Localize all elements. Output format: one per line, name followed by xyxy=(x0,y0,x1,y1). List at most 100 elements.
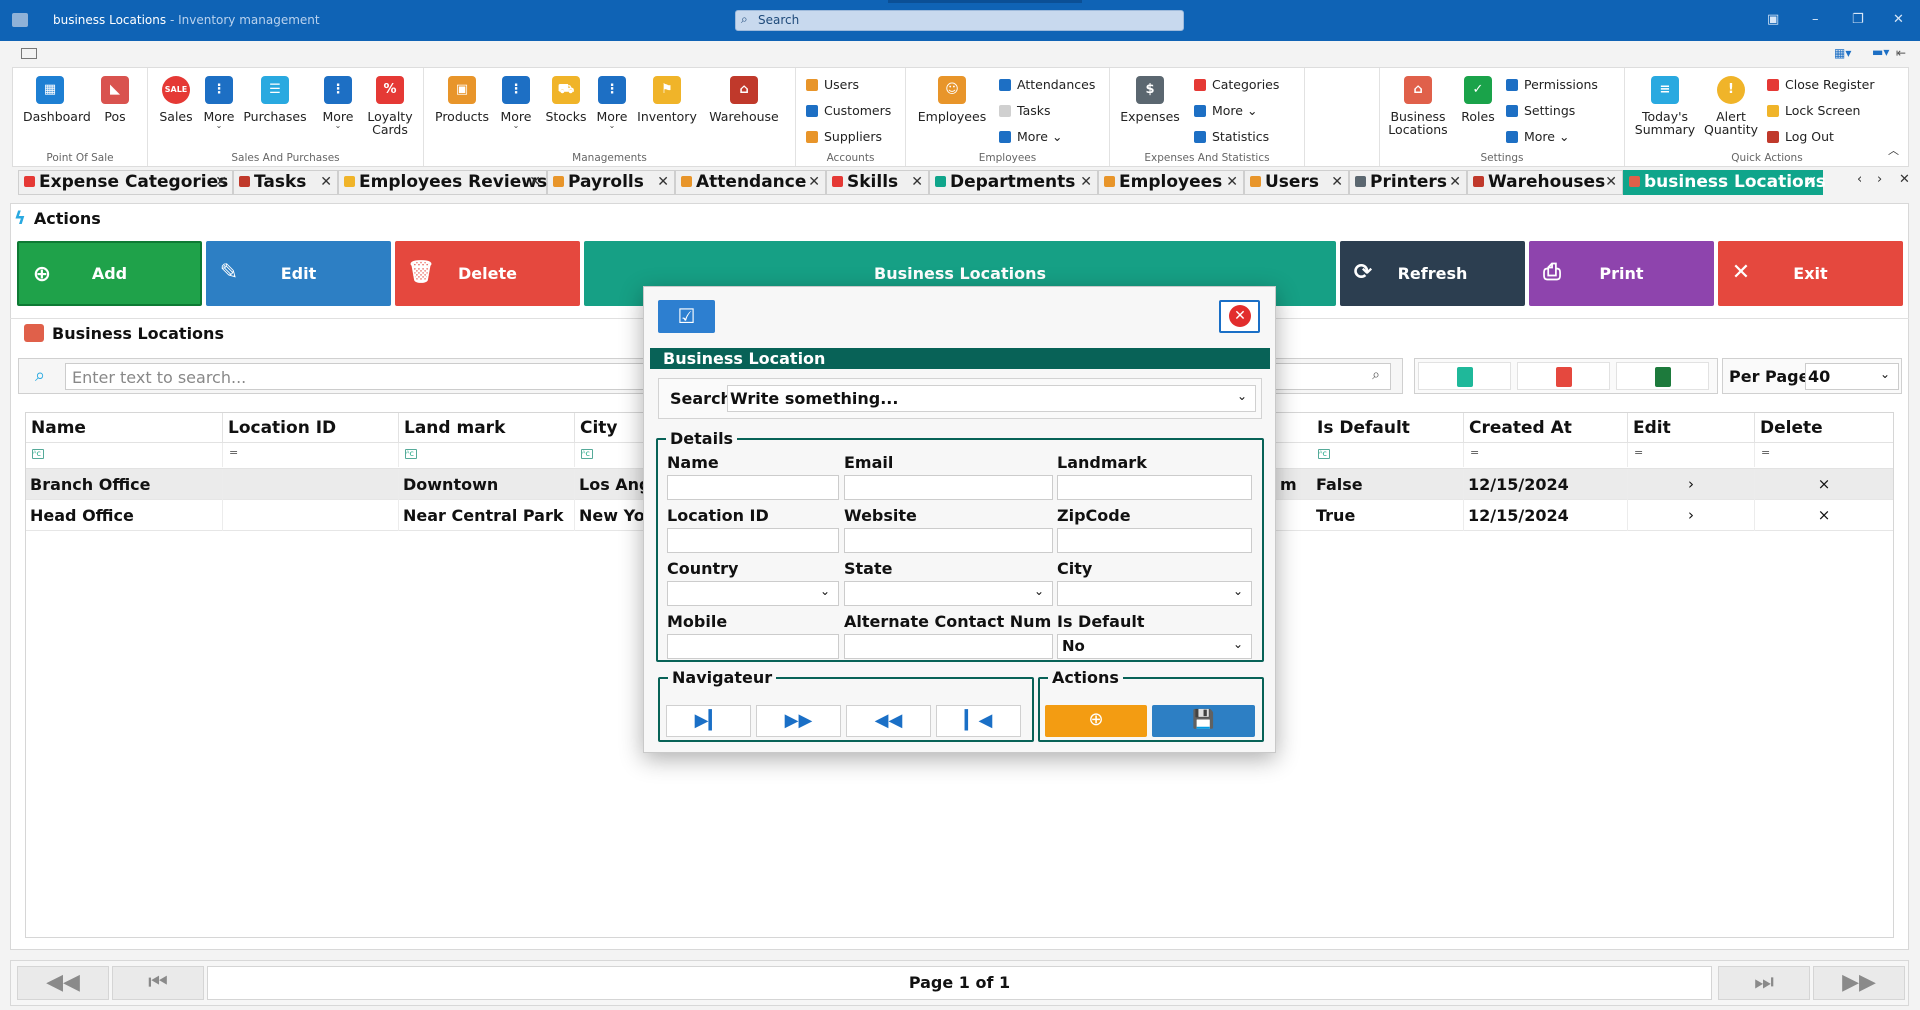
tab-expense-categories[interactable]: Expense Categories ✕ xyxy=(18,170,233,195)
ribbon-close-register[interactable]: Close Register xyxy=(1767,77,1875,92)
delete-row-icon[interactable]: × xyxy=(1755,469,1893,500)
is-default-select[interactable]: No ⌄ xyxy=(1057,634,1252,659)
ribbon-lock-screen[interactable]: Lock Screen xyxy=(1767,103,1860,118)
col-landmark[interactable]: Land mark xyxy=(399,413,575,442)
delete-row-icon[interactable]: × xyxy=(1755,500,1893,531)
filter-landmark[interactable]: ᴬc xyxy=(399,443,575,467)
apps-icon[interactable]: ▦▾ xyxy=(1834,46,1851,60)
edit-row-icon[interactable]: › xyxy=(1628,469,1755,500)
tab-employees[interactable]: Employees ✕ xyxy=(1098,170,1244,195)
quick-access-icon[interactable] xyxy=(21,48,37,59)
close-window-button[interactable]: ✕ xyxy=(1893,12,1904,27)
minimize-button[interactable]: – xyxy=(1812,12,1819,27)
ribbon-customers[interactable]: Customers xyxy=(806,103,891,118)
ribbon-products[interactable]: ▣ Products xyxy=(432,76,492,123)
tabs-close-all-icon[interactable]: ✕ xyxy=(1899,172,1910,187)
last-page-button[interactable]: ▶▶ xyxy=(1813,966,1905,1000)
delete-button[interactable]: 🗑 Delete xyxy=(395,241,580,306)
refresh-button[interactable]: ⟳ Refresh xyxy=(1340,241,1525,306)
col-delete[interactable]: Delete xyxy=(1755,413,1893,442)
tab-close-icon[interactable]: ✕ xyxy=(808,171,820,193)
ribbon-tasks[interactable]: Tasks xyxy=(999,103,1051,118)
save-record-button[interactable]: 💾 xyxy=(1152,705,1255,737)
ribbon-business-locations[interactable]: ⌂ Business Locations xyxy=(1386,76,1450,136)
col-location-id[interactable]: Location ID xyxy=(223,413,399,442)
col-edit[interactable]: Edit xyxy=(1628,413,1755,442)
layout-icon[interactable]: ▣ xyxy=(1767,12,1779,27)
dialog-search-select[interactable]: Write something... ⌄ xyxy=(727,385,1256,412)
global-search[interactable]: ⌕ Search xyxy=(735,10,1184,31)
tab-payrolls[interactable]: Payrolls ✕ xyxy=(547,170,675,195)
ribbon-loyalty-cards[interactable]: % Loyalty Cards xyxy=(364,76,416,136)
ribbon-purchases[interactable]: ☰ Purchases xyxy=(240,76,310,123)
ribbon-more-products[interactable]: ⋮ More ⌄ xyxy=(498,76,534,130)
tab-printers[interactable]: Printers ✕ xyxy=(1349,170,1467,195)
tab-scroll-right-icon[interactable]: › xyxy=(1877,172,1882,187)
tab-close-icon[interactable]: ✕ xyxy=(1449,171,1461,193)
ribbon-employees[interactable]: ☺ Employees xyxy=(912,76,992,123)
ribbon-alert-quantity[interactable]: ! Alert Quantity xyxy=(1703,76,1759,136)
name-field[interactable] xyxy=(667,475,839,500)
pin-icon[interactable]: ⇤ xyxy=(1896,46,1906,60)
tab-departments[interactable]: Departments ✕ xyxy=(929,170,1098,195)
edit-row-icon[interactable]: › xyxy=(1628,500,1755,531)
confirm-button[interactable]: ☑ xyxy=(658,300,715,333)
tab-close-icon[interactable]: ✕ xyxy=(911,171,923,193)
add-button[interactable]: ⊕ Add xyxy=(17,241,202,306)
ribbon-roles[interactable]: ✓ Roles xyxy=(1458,76,1498,123)
ribbon-more-sales[interactable]: ⋮ More ⌄ xyxy=(201,76,237,130)
filter-delete[interactable]: = xyxy=(1755,443,1893,467)
filter-created-at[interactable]: = xyxy=(1464,443,1628,467)
edit-button[interactable]: ✎ Edit xyxy=(206,241,391,306)
filter-is-default[interactable]: ᴬc xyxy=(1312,443,1464,467)
print-button[interactable]: ⎙ Print xyxy=(1529,241,1714,306)
zipcode-field[interactable] xyxy=(1057,528,1252,553)
prev-page-button[interactable]: ⏮ xyxy=(112,966,204,1000)
ribbon-dashboard[interactable]: ▦ Dashboard xyxy=(23,76,91,123)
export-excel-button[interactable] xyxy=(1616,362,1709,390)
export-pdf-button[interactable] xyxy=(1517,362,1610,390)
ribbon-categories[interactable]: Categories xyxy=(1194,77,1279,92)
collapse-ribbon-icon[interactable]: ︿ xyxy=(1888,142,1899,158)
ribbon-suppliers[interactable]: Suppliers xyxy=(806,129,882,144)
tab-tasks[interactable]: Tasks ✕ xyxy=(233,170,338,195)
tab-skills[interactable]: Skills ✕ xyxy=(826,170,929,195)
nav-first-button[interactable]: ▎◀ xyxy=(936,705,1021,737)
first-page-button[interactable]: ◀◀ xyxy=(17,966,109,1000)
tab-close-icon[interactable]: ✕ xyxy=(215,171,227,193)
ribbon-users[interactable]: Users xyxy=(806,77,859,92)
tab-attendance[interactable]: Attendance ✕ xyxy=(675,170,826,195)
ribbon-log-out[interactable]: Log Out xyxy=(1767,129,1834,144)
country-select[interactable]: ⌄ xyxy=(667,581,839,606)
ribbon-permissions[interactable]: Permissions xyxy=(1506,77,1598,92)
mobile-field[interactable] xyxy=(667,634,839,659)
tab-close-icon[interactable]: ✕ xyxy=(320,171,332,193)
ribbon-pos[interactable]: ◣ Pos xyxy=(97,76,133,123)
col-is-default[interactable]: Is Default xyxy=(1312,413,1464,442)
filter-location-id[interactable]: = xyxy=(223,443,399,467)
ribbon-more-employees[interactable]: More ⌄ xyxy=(999,129,1062,144)
filter-name[interactable]: ᴬc xyxy=(26,443,223,467)
ribbon-more-stocks[interactable]: ⋮ More ⌄ xyxy=(594,76,630,130)
nav-next-button[interactable]: ▶▶ xyxy=(756,705,841,737)
city-select[interactable]: ⌄ xyxy=(1057,581,1252,606)
search-submit-icon[interactable]: ⌕ xyxy=(1372,367,1380,383)
ribbon-stocks[interactable]: ⛟ Stocks xyxy=(542,76,590,123)
tab-close-icon[interactable]: ✕ xyxy=(1605,171,1617,193)
tab-scroll-left-icon[interactable]: ‹ xyxy=(1857,172,1862,187)
tab-close-icon[interactable]: ✕ xyxy=(1331,171,1343,193)
ribbon-statistics[interactable]: Statistics xyxy=(1194,129,1269,144)
export-csv-button[interactable] xyxy=(1418,362,1511,390)
theme-icon[interactable]: ▬▾ xyxy=(1872,45,1889,59)
tab-close-icon[interactable]: ✕ xyxy=(657,171,669,193)
nav-last-button[interactable]: ▶▎ xyxy=(666,705,751,737)
nav-prev-button[interactable]: ◀◀ xyxy=(846,705,931,737)
tab-business-locations[interactable]: business Locations ✕ xyxy=(1623,170,1826,195)
email-field[interactable] xyxy=(844,475,1053,500)
tab-close-icon[interactable]: ✕ xyxy=(529,171,541,193)
col-name[interactable]: Name xyxy=(26,413,223,442)
tab-close-icon[interactable]: ✕ xyxy=(1080,171,1092,193)
ribbon-sales[interactable]: SALE Sales xyxy=(156,76,196,123)
location-id-field[interactable] xyxy=(667,528,839,553)
ribbon-more-expenses[interactable]: More ⌄ xyxy=(1194,103,1257,118)
